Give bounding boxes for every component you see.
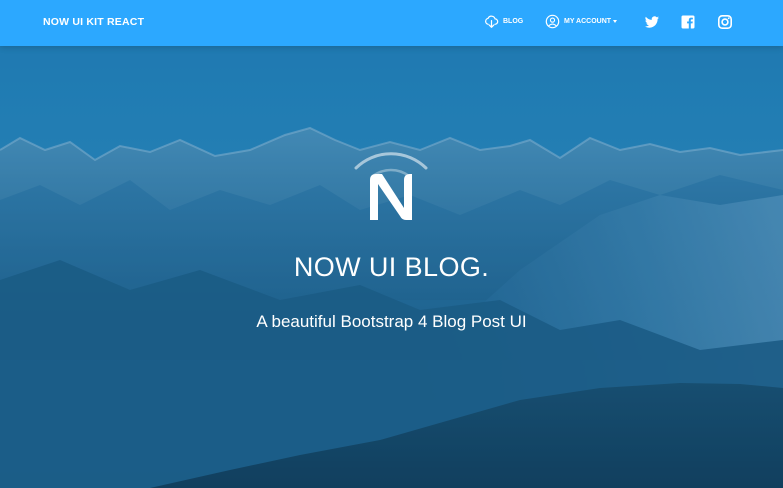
nav-item-blog[interactable]: BLOG [484,14,523,29]
navbar-brand[interactable]: NOW UI KIT REACT [43,16,144,28]
instagram-icon[interactable] [717,14,733,30]
facebook-icon[interactable] [680,14,696,30]
user-circle-icon [545,14,560,29]
nav-item-my-account[interactable]: MY ACCOUNT [545,14,618,29]
cloud-download-icon [484,14,499,29]
mountain-background-image [0,0,783,488]
nav-item-my-account-label: MY ACCOUNT [564,18,612,25]
hero-subtitle: A beautiful Bootstrap 4 Blog Post UI [256,312,527,331]
chevron-down-icon [613,20,618,23]
hero-section: NOW UI BLOG. A beautiful Bootstrap 4 Blo… [0,0,783,488]
hero-title: NOW UI BLOG. [293,252,490,282]
top-navbar: NOW UI KIT REACT BLOG MY ACCOUNT [0,0,783,46]
twitter-icon[interactable] [644,14,660,30]
now-ui-logo-icon [354,152,428,220]
nav-item-blog-label: BLOG [503,18,524,25]
